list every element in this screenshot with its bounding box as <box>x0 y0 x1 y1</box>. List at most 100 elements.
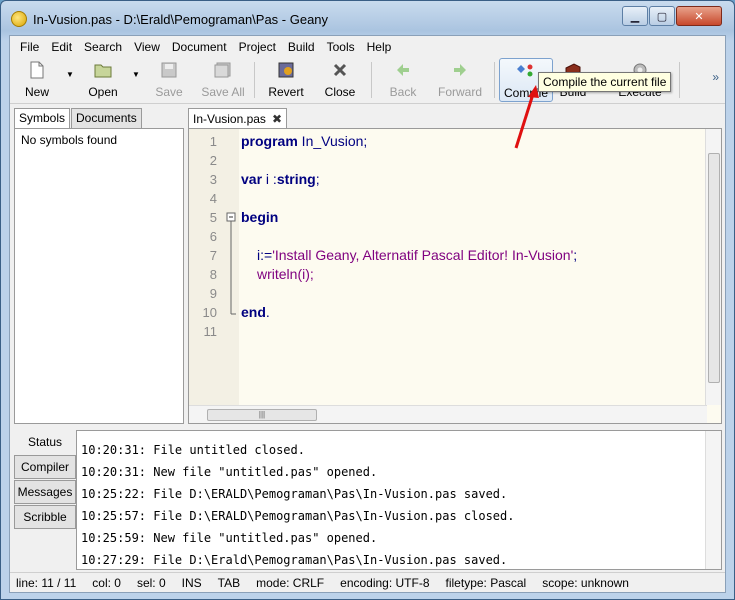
save-all-button[interactable]: Save All <box>196 58 250 102</box>
code-token: begin <box>241 209 279 225</box>
tab-compiler[interactable]: Compiler <box>14 455 76 479</box>
line-number: 6 <box>209 229 217 244</box>
title-bar[interactable]: In-Vusion.pas - D:\Erald\Pemograman\Pas … <box>1 1 734 35</box>
code-token: ); <box>305 266 314 282</box>
revert-button[interactable]: Revert <box>259 58 313 102</box>
new-label: New <box>24 85 49 99</box>
open-button[interactable]: Open <box>76 58 130 102</box>
menu-help[interactable]: Help <box>361 40 398 54</box>
save-all-icon <box>214 61 232 79</box>
status-sel: sel: 0 <box>136 575 166 590</box>
revert-label: Revert <box>268 85 304 99</box>
open-label: Open <box>88 85 118 99</box>
toolbar-separator <box>254 62 255 98</box>
tab-messages[interactable]: Messages <box>14 480 76 504</box>
forward-button[interactable]: Forward <box>430 58 490 102</box>
new-dropdown-arrow[interactable]: ▼ <box>64 58 76 102</box>
code-token: ; <box>315 171 320 187</box>
red-arrow-annotation <box>514 85 539 149</box>
menu-view[interactable]: View <box>128 40 166 54</box>
status-mode: mode: CRLF <box>256 575 325 590</box>
close-window-button[interactable]: ✕ <box>676 6 722 26</box>
code-token: string <box>276 171 316 187</box>
symbols-panel: No symbols found <box>14 128 184 424</box>
status-line: line: 11 / 11 <box>16 575 77 590</box>
fold-marker-icon[interactable] <box>223 129 239 405</box>
log-entry: 10:20:31: File untitled closed. <box>81 443 305 457</box>
editor-horizontal-scrollbar[interactable]: ||| <box>189 405 707 423</box>
revert-icon <box>277 61 295 79</box>
tab-status[interactable]: Status <box>14 430 76 454</box>
log-entry: 10:27:29: File D:\Erald\Pemograman\Pas\I… <box>81 553 508 567</box>
status-ins: INS <box>181 575 202 590</box>
menu-build[interactable]: Build <box>282 40 321 54</box>
no-symbols-text: No symbols found <box>21 133 118 147</box>
line-number: 10 <box>202 305 217 320</box>
forward-label: Forward <box>437 85 482 99</box>
code-token: In_Vusion; <box>297 133 368 149</box>
document-tab[interactable]: In-Vusion.pas ✖ <box>188 108 287 128</box>
editor-vertical-scrollbar[interactable] <box>705 129 721 405</box>
save-label: Save <box>155 85 183 99</box>
sidebar: Symbols Documents No symbols found <box>14 108 184 424</box>
code-token: 'Install Geany, Alternatif Pascal Editor… <box>272 247 574 263</box>
status-col: col: 0 <box>92 575 121 590</box>
back-button[interactable]: Back <box>376 58 430 102</box>
forward-arrow-icon <box>451 61 469 79</box>
tab-documents[interactable]: Documents <box>71 108 142 128</box>
sidebar-tabs: Symbols Documents <box>14 108 184 128</box>
line-number-gutter: 1 2 3 4 5 6 7 8 9 10 11 <box>189 129 223 405</box>
menu-search[interactable]: Search <box>78 40 128 54</box>
code-token: writeln( <box>257 266 303 282</box>
log-entry: 10:25:22: File D:\ERALD\Pemograman\Pas\I… <box>81 487 508 501</box>
code-token: var <box>241 171 263 187</box>
code-token: i : <box>262 171 277 187</box>
toolbar-separator <box>679 62 680 98</box>
line-number: 9 <box>209 286 217 301</box>
menu-edit[interactable]: Edit <box>45 40 78 54</box>
status-encoding: encoding: UTF-8 <box>340 575 430 590</box>
code-token: . <box>265 304 270 320</box>
menu-tools[interactable]: Tools <box>321 40 361 54</box>
toolbar-separator <box>494 62 495 98</box>
log-entry: 10:20:31: New file "untitled.pas" opened… <box>81 465 378 479</box>
open-folder-icon <box>94 61 112 79</box>
new-button[interactable]: New <box>10 58 64 102</box>
window-title: In-Vusion.pas - D:\Erald\Pemograman\Pas … <box>33 12 329 27</box>
menu-file[interactable]: File <box>14 40 45 54</box>
message-window: Status Compiler Messages Scribble 10:20:… <box>14 430 722 570</box>
line-number: 2 <box>209 153 217 168</box>
save-icon <box>160 61 178 79</box>
open-dropdown-arrow[interactable]: ▼ <box>130 58 142 102</box>
line-number: 1 <box>209 134 217 149</box>
compile-tooltip: Compile the current file <box>538 72 672 92</box>
status-filetype: filetype: Pascal <box>445 575 527 590</box>
line-number: 4 <box>209 191 217 206</box>
minimize-button[interactable]: ▁ <box>622 6 648 26</box>
close-tab-icon[interactable]: ✖ <box>272 112 282 126</box>
menu-project[interactable]: Project <box>233 40 282 54</box>
line-number: 7 <box>209 248 217 263</box>
code-token: ; <box>573 247 578 263</box>
code-token: program <box>241 133 298 149</box>
scrollbar-thumb[interactable]: ||| <box>207 409 317 421</box>
status-bar: line: 11 / 11 col: 0 sel: 0 INS TAB mode… <box>10 572 725 592</box>
tab-scribble[interactable]: Scribble <box>14 505 76 529</box>
line-number: 8 <box>209 267 217 282</box>
status-tab: TAB <box>217 575 241 590</box>
message-tabs: Status Compiler Messages Scribble <box>14 430 76 530</box>
tab-symbols[interactable]: Symbols <box>14 108 71 128</box>
close-button[interactable]: Close <box>313 58 367 102</box>
log-scrollbar[interactable] <box>705 431 721 569</box>
maximize-button[interactable]: ▢ <box>649 6 675 26</box>
geany-window: In-Vusion.pas - D:\Erald\Pemograman\Pas … <box>0 0 735 600</box>
status-log[interactable]: 10:20:31: File untitled closed. 10:20:31… <box>76 430 722 570</box>
toolbar-overflow-button[interactable]: » <box>712 70 719 84</box>
save-button[interactable]: Save <box>142 58 196 102</box>
code-editor[interactable]: 1 2 3 4 5 6 7 8 9 10 11 program In_Vusio… <box>188 128 722 424</box>
close-file-icon <box>331 61 349 79</box>
code-lines: program In_Vusion; var i :string; begin … <box>241 132 577 341</box>
scrollbar-thumb[interactable] <box>708 153 720 383</box>
status-scope: scope: unknown <box>542 575 629 590</box>
menu-document[interactable]: Document <box>166 40 233 54</box>
